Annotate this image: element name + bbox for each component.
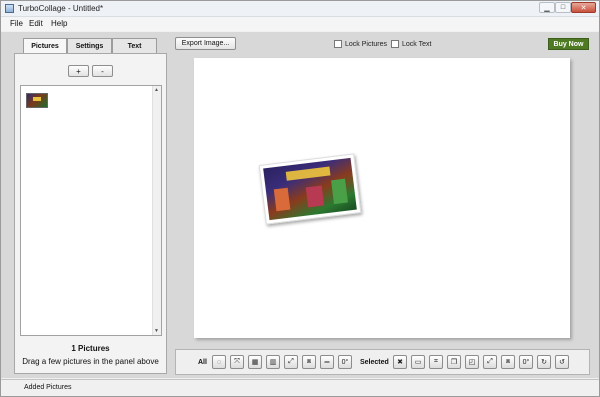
- selected-label: Selected: [360, 359, 389, 366]
- grid-layout-icon: ▦: [251, 359, 259, 366]
- buy-now-button[interactable]: Buy Now: [548, 38, 589, 50]
- bottom-toolbar: All ◌ ⤧ ▦ ▥ ⤢ ⧈ ═ 0° Selected ✖ ▭ ⌗ ❐ ◰ ⤢ ⧈ 0° ↻ ↺: [175, 349, 590, 375]
- scroll-up-icon[interactable]: ▲: [154, 87, 159, 93]
- photo-title-band: [285, 166, 331, 181]
- collage-canvas[interactable]: [194, 58, 570, 338]
- close-button[interactable]: ✕: [571, 2, 596, 13]
- rotate-left-icon: ↺: [559, 359, 565, 366]
- tab-pictures[interactable]: Pictures: [23, 38, 67, 54]
- mosaic-layout-button[interactable]: ▥: [266, 355, 280, 369]
- status-bar: Added Pictures: [1, 379, 599, 396]
- close-icon: ✕: [580, 4, 587, 12]
- fit-icon: ⤧: [234, 358, 240, 365]
- bring-front-icon: ◰: [468, 359, 476, 366]
- align-button[interactable]: ═: [320, 355, 334, 369]
- crop-button[interactable]: ⌗: [429, 355, 443, 369]
- add-picture-button[interactable]: +: [68, 65, 89, 77]
- compress-selected-button[interactable]: ⧈: [501, 355, 515, 369]
- image-button[interactable]: ▭: [411, 355, 425, 369]
- title-bar: TurboCollage - Untitled* ▁ □ ✕: [1, 1, 599, 17]
- image-icon: ▭: [414, 359, 422, 366]
- compress-selected-icon: ⧈: [505, 358, 511, 365]
- minimize-button[interactable]: ▁: [539, 2, 555, 13]
- rotate-zero-icon: 0°: [341, 358, 349, 366]
- maximize-button[interactable]: □: [555, 2, 571, 13]
- layers-button[interactable]: ❐: [447, 355, 461, 369]
- pictures-list[interactable]: ▲ ▼: [20, 85, 162, 336]
- photo-figure: [305, 185, 325, 208]
- remove-button[interactable]: ✖: [393, 355, 407, 369]
- rotate-left-button[interactable]: ↺: [555, 355, 569, 369]
- menu-edit[interactable]: Edit: [29, 19, 43, 28]
- lock-text-option[interactable]: Lock Text: [391, 40, 431, 48]
- menu-bar: File Edit Help: [1, 17, 599, 31]
- layers-icon: ❐: [450, 359, 458, 366]
- remove-icon: ✖: [397, 359, 403, 366]
- compress-button[interactable]: ⧈: [302, 355, 316, 369]
- lock-pictures-option[interactable]: Lock Pictures: [334, 40, 387, 48]
- drag-hint: Drag a few pictures in the panel above: [22, 357, 159, 366]
- picture-count: 1 Pictures: [71, 344, 110, 353]
- crop-icon: ⌗: [434, 358, 438, 365]
- lock-text-checkbox[interactable]: [391, 40, 399, 48]
- status-text: Added Pictures: [24, 384, 72, 391]
- lock-pictures-label: Lock Pictures: [345, 40, 388, 48]
- app-window: TurboCollage - Untitled* ▁ □ ✕ File Edit…: [0, 0, 600, 397]
- fit-button[interactable]: ⤧: [230, 355, 244, 369]
- rotate-right-button[interactable]: ↻: [537, 355, 551, 369]
- expand-icon: ⤢: [288, 358, 294, 365]
- collage-picture[interactable]: [258, 153, 362, 225]
- pictures-panel: + - ▲ ▼ 1 Pictures Drag a few pictures i…: [14, 53, 167, 374]
- expand-button[interactable]: ⤢: [284, 355, 298, 369]
- scroll-down-icon[interactable]: ▼: [154, 328, 159, 334]
- mosaic-layout-icon: ▥: [269, 359, 277, 366]
- collage-picture-image: [263, 157, 357, 221]
- all-label: All: [198, 359, 207, 366]
- shuffle-button[interactable]: ◌: [212, 355, 226, 369]
- rotate-right-icon: ↻: [541, 359, 547, 366]
- bring-front-button[interactable]: ◰: [465, 355, 479, 369]
- rotate-zero-selected-icon: 0°: [522, 358, 530, 366]
- menu-file[interactable]: File: [10, 19, 23, 28]
- rotate-zero-button[interactable]: 0°: [338, 355, 352, 369]
- expand-selected-button[interactable]: ⤢: [483, 355, 497, 369]
- remove-picture-button[interactable]: -: [92, 65, 113, 77]
- photo-figure: [273, 187, 291, 212]
- tab-text[interactable]: Text: [112, 38, 157, 53]
- grid-layout-button[interactable]: ▦: [248, 355, 262, 369]
- minimize-icon: ▁: [544, 4, 550, 12]
- tab-settings[interactable]: Settings: [67, 38, 112, 53]
- window-title: TurboCollage - Untitled*: [18, 4, 104, 13]
- lock-pictures-checkbox[interactable]: [334, 40, 342, 48]
- menu-help[interactable]: Help: [51, 19, 67, 28]
- export-image-button[interactable]: Export Image...: [175, 37, 236, 50]
- maximize-icon: □: [560, 4, 566, 11]
- pictures-list-scrollbar[interactable]: ▲ ▼: [152, 86, 161, 335]
- rotate-zero-selected-button[interactable]: 0°: [519, 355, 533, 369]
- photo-figure: [331, 178, 348, 205]
- align-icon: ═: [324, 358, 330, 366]
- app-icon: [5, 4, 14, 13]
- lock-text-label: Lock Text: [402, 40, 432, 48]
- expand-selected-icon: ⤢: [487, 358, 493, 365]
- picture-thumbnail[interactable]: [26, 93, 48, 108]
- compress-icon: ⧈: [306, 358, 312, 365]
- shuffle-icon: ◌: [216, 358, 222, 366]
